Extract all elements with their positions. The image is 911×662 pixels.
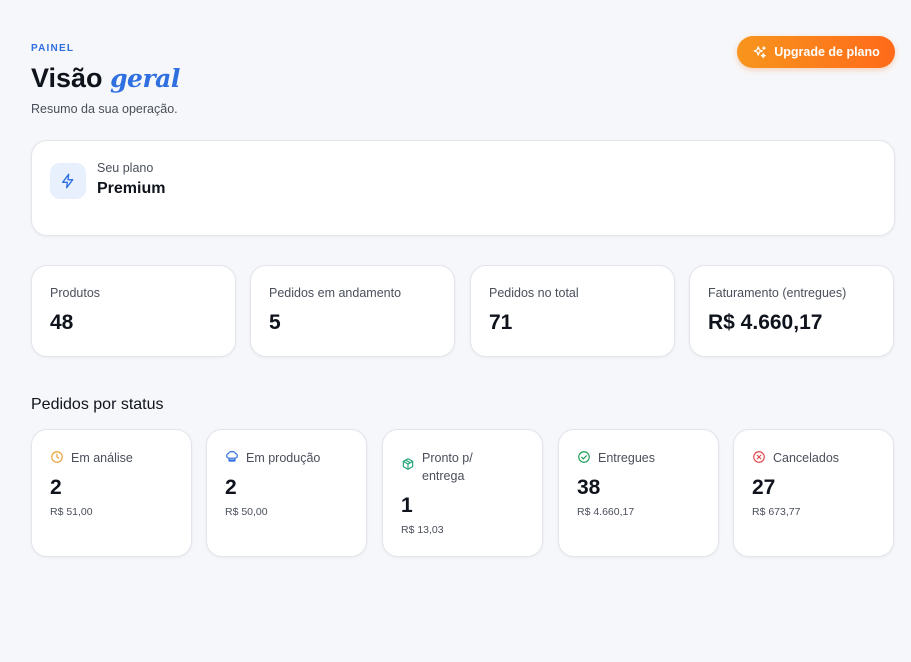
status-amount: R$ 51,00 [50, 506, 93, 518]
page-title-main: Visão [31, 63, 103, 93]
x-circle-icon [753, 451, 765, 463]
status-count: 1 [401, 494, 413, 517]
status-amount: R$ 4.660,17 [577, 506, 635, 518]
status-label: Entregues [598, 451, 655, 465]
page-eyebrow: PAINEL [31, 43, 75, 54]
status-amount: R$ 673,77 [752, 506, 801, 518]
status-count: 2 [50, 476, 62, 499]
stat-label: Faturamento (entregues) [708, 286, 847, 300]
stat-value: 5 [269, 311, 281, 334]
status-card-em-producao[interactable]: Em produção 2 R$ 50,00 [206, 429, 367, 557]
status-label: Em análise [71, 451, 133, 465]
status-card-em-analise[interactable]: Em análise 2 R$ 51,00 [31, 429, 192, 557]
status-head: Cancelados [752, 449, 881, 467]
status-head: Em análise [50, 449, 179, 467]
status-head: Em produção [225, 449, 354, 467]
stat-label: Pedidos no total [489, 286, 579, 300]
stat-card-produtos: Produtos 48 [31, 265, 236, 357]
stat-label: Produtos [50, 286, 101, 300]
status-head: Entregues [577, 449, 706, 467]
lightning-icon [62, 173, 74, 189]
plan-label: Seu plano [97, 161, 154, 175]
check-circle-icon [578, 451, 590, 463]
plan-icon-badge [50, 163, 86, 199]
status-label: Cancelados [773, 451, 840, 465]
status-label: Pronto p/ entrega [422, 451, 473, 483]
status-count: 38 [577, 476, 601, 499]
status-count: 27 [752, 476, 776, 499]
chef-hat-icon [226, 451, 238, 462]
stat-label: Pedidos em andamento [269, 286, 402, 300]
upgrade-plan-button[interactable]: Upgrade de plano [737, 36, 895, 68]
page-subtitle: Resumo da sua operação. [31, 102, 178, 116]
status-card-entregues[interactable]: Entregues 38 R$ 4.660,17 [558, 429, 719, 557]
status-head: Pronto p/ entrega [401, 449, 502, 485]
status-card-pronto-para-entrega[interactable]: Pronto p/ entrega 1 R$ 13,03 [382, 429, 543, 557]
stat-value: R$ 4.660,17 [708, 311, 823, 334]
status-amount: R$ 13,03 [401, 524, 444, 536]
plan-name: Premium [97, 180, 166, 197]
stat-card-pedidos-no-total: Pedidos no total 71 [470, 265, 675, 357]
upgrade-plan-label: Upgrade de plano [774, 45, 880, 59]
stat-value: 48 [50, 311, 74, 334]
plan-card: Seu plano Premium [31, 140, 895, 236]
page-title-accent: geral [110, 64, 180, 93]
stat-card-faturamento: Faturamento (entregues) R$ 4.660,17 [689, 265, 894, 357]
status-card-cancelados[interactable]: Cancelados 27 R$ 673,77 [733, 429, 894, 557]
sparkles-icon [753, 45, 766, 58]
status-amount: R$ 50,00 [225, 506, 268, 518]
stat-card-pedidos-em-andamento: Pedidos em andamento 5 [250, 265, 455, 357]
dashboard-page: PAINEL Visão geral Resumo da sua operaçã… [0, 0, 911, 662]
status-count: 2 [225, 476, 237, 499]
clock-icon [51, 451, 63, 463]
package-icon [402, 458, 414, 470]
section-title-pedidos-por-status: Pedidos por status [31, 396, 164, 413]
status-label: Em produção [246, 451, 321, 465]
page-title: Visão geral [31, 63, 180, 94]
stat-value: 71 [489, 311, 513, 334]
